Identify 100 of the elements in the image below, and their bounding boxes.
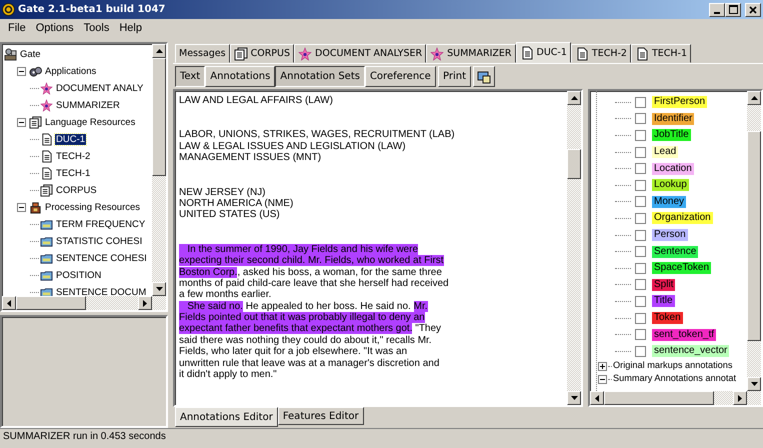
annotation-set-label[interactable]: Summary Annotations annotat — [613, 373, 736, 385]
vertical-scrollbar[interactable] — [567, 91, 581, 405]
star-icon — [40, 82, 53, 95]
tree-item[interactable]: Gate — [19, 48, 42, 60]
tree-item[interactable]: TERM FREQUENCY — [55, 218, 146, 230]
tree-item[interactable]: POSITION — [55, 270, 102, 282]
view-toggle-button[interactable]: Coreference — [364, 66, 436, 87]
menu-item[interactable]: File — [3, 22, 31, 36]
export-button[interactable] — [473, 66, 495, 87]
tree-item[interactable]: Applications — [44, 66, 98, 78]
scroll-right-button[interactable] — [138, 296, 152, 310]
editor-tab[interactable]: Features Editor — [278, 407, 364, 425]
checkbox[interactable] — [635, 262, 646, 274]
annotation-type-label: JobTitle — [652, 129, 691, 142]
tree-item[interactable]: CORPUS — [55, 184, 98, 196]
annotation-type-label: Person — [652, 229, 688, 242]
tree-item[interactable]: SUMMARIZER — [55, 100, 121, 112]
scrollbar-thumb[interactable] — [604, 391, 714, 405]
document-tab[interactable]: TECH-1 — [630, 44, 692, 63]
print-button[interactable]: Print — [438, 66, 471, 87]
minimize-button[interactable] — [709, 2, 725, 16]
tree-item[interactable]: TECH-1 — [55, 168, 92, 180]
checkbox[interactable] — [635, 212, 646, 224]
tree-item[interactable]: DOCUMENT ANALY — [55, 82, 144, 94]
tree-item[interactable]: SENTENCE DOCUM — [55, 286, 148, 296]
checkbox[interactable] — [635, 113, 646, 124]
checkbox[interactable] — [635, 329, 646, 340]
document-tab[interactable]: SUMMARIZER — [426, 44, 516, 63]
document-tab[interactable]: DUC-1 — [516, 42, 571, 63]
menu-item[interactable]: Tools — [78, 22, 114, 36]
editor-tab[interactable]: Annotations Editor — [175, 407, 278, 427]
collapse-icon[interactable] — [17, 67, 26, 76]
scroll-up-button[interactable] — [747, 91, 761, 105]
expand-icon[interactable] — [598, 362, 607, 370]
scroll-down-button[interactable] — [747, 377, 761, 391]
checkbox[interactable] — [635, 230, 646, 241]
checkbox[interactable] — [635, 180, 646, 191]
scroll-up-button[interactable] — [567, 91, 581, 105]
triangle-icon — [595, 394, 599, 402]
vertical-scrollbar[interactable] — [747, 91, 761, 391]
document-tab[interactable]: Messages — [175, 44, 230, 63]
triangle-icon — [738, 394, 742, 402]
document-tab[interactable]: TECH-2 — [570, 44, 631, 63]
scroll-left-button[interactable] — [590, 391, 604, 405]
horizontal-scrollbar[interactable] — [590, 391, 761, 405]
collapse-icon[interactable] — [598, 374, 607, 384]
scrollbar-thumb[interactable] — [747, 131, 761, 341]
tree-item[interactable]: Language Resources — [44, 116, 136, 128]
checkbox[interactable] — [635, 296, 646, 307]
triangle-icon — [7, 300, 11, 306]
window-title: Gate 2.1-beta1 build 1047 — [18, 4, 166, 15]
tree-item[interactable]: DUC-1 — [55, 134, 86, 146]
checkbox[interactable] — [635, 279, 646, 290]
tree-item[interactable]: TECH-2 — [55, 150, 92, 162]
menu-item[interactable]: Options — [30, 22, 79, 36]
document-text-line: Fields, who later quit for a job elsewhere. "It was an — [179, 346, 408, 358]
checkbox[interactable] — [635, 312, 646, 324]
checkbox[interactable] — [635, 146, 646, 158]
tree-item[interactable]: SENTENCE COHESI — [55, 252, 148, 264]
scrollbar-thumb[interactable] — [16, 296, 86, 310]
scrollbar-thumb[interactable] — [567, 149, 581, 179]
collapse-icon[interactable] — [17, 118, 26, 127]
checkbox[interactable] — [635, 346, 646, 357]
horizontal-scrollbar[interactable] — [2, 296, 166, 310]
document-text-line: it didn't apply to men." — [179, 369, 278, 380]
collapse-icon[interactable] — [17, 203, 26, 212]
scroll-left-button[interactable] — [2, 296, 16, 310]
tree-item[interactable]: STATISTIC COHESI — [55, 236, 144, 248]
checkbox[interactable] — [635, 130, 646, 141]
screen-icon — [477, 70, 491, 84]
scroll-right-button[interactable] — [733, 391, 747, 405]
close-button[interactable] — [745, 2, 761, 16]
status-bar: SUMMARIZER run in 0.453 seconds — [0, 428, 763, 445]
vertical-scrollbar[interactable] — [152, 44, 166, 296]
document-text-line: UNITED STATES (US) — [179, 209, 281, 221]
menu-item[interactable]: Help — [114, 22, 147, 36]
checkbox[interactable] — [635, 246, 646, 258]
document-tab[interactable]: DOCUMENT ANALYSER — [294, 44, 426, 63]
annotation-type-label: Sentence — [652, 246, 698, 258]
triangle-icon — [143, 300, 147, 306]
maximize-button[interactable] — [725, 2, 741, 16]
scroll-down-button[interactable] — [152, 282, 166, 296]
scroll-down-button[interactable] — [567, 391, 581, 405]
checkbox[interactable] — [635, 196, 646, 208]
view-toggle-button[interactable]: Text — [175, 66, 206, 87]
document-tab[interactable]: CORPUS — [230, 44, 294, 63]
tree-item[interactable]: Processing Resources — [44, 202, 142, 214]
view-toggle-button[interactable]: Annotations — [205, 66, 276, 87]
checkbox[interactable] — [635, 96, 646, 108]
document-text-line: NEW JERSEY (NJ) — [179, 186, 266, 198]
triangle-icon — [156, 49, 162, 53]
checkbox[interactable] — [635, 163, 646, 174]
scrollbar-thumb[interactable] — [152, 58, 166, 176]
machine-icon — [29, 201, 42, 214]
triangle-icon — [750, 382, 758, 386]
document-icon — [520, 46, 534, 60]
annotation-set-label[interactable]: Original markups annotations — [613, 360, 733, 372]
annotation-type-label: Money — [652, 196, 686, 208]
scroll-up-button[interactable] — [152, 44, 166, 58]
view-toggle-button[interactable]: Annotation Sets — [275, 66, 365, 87]
